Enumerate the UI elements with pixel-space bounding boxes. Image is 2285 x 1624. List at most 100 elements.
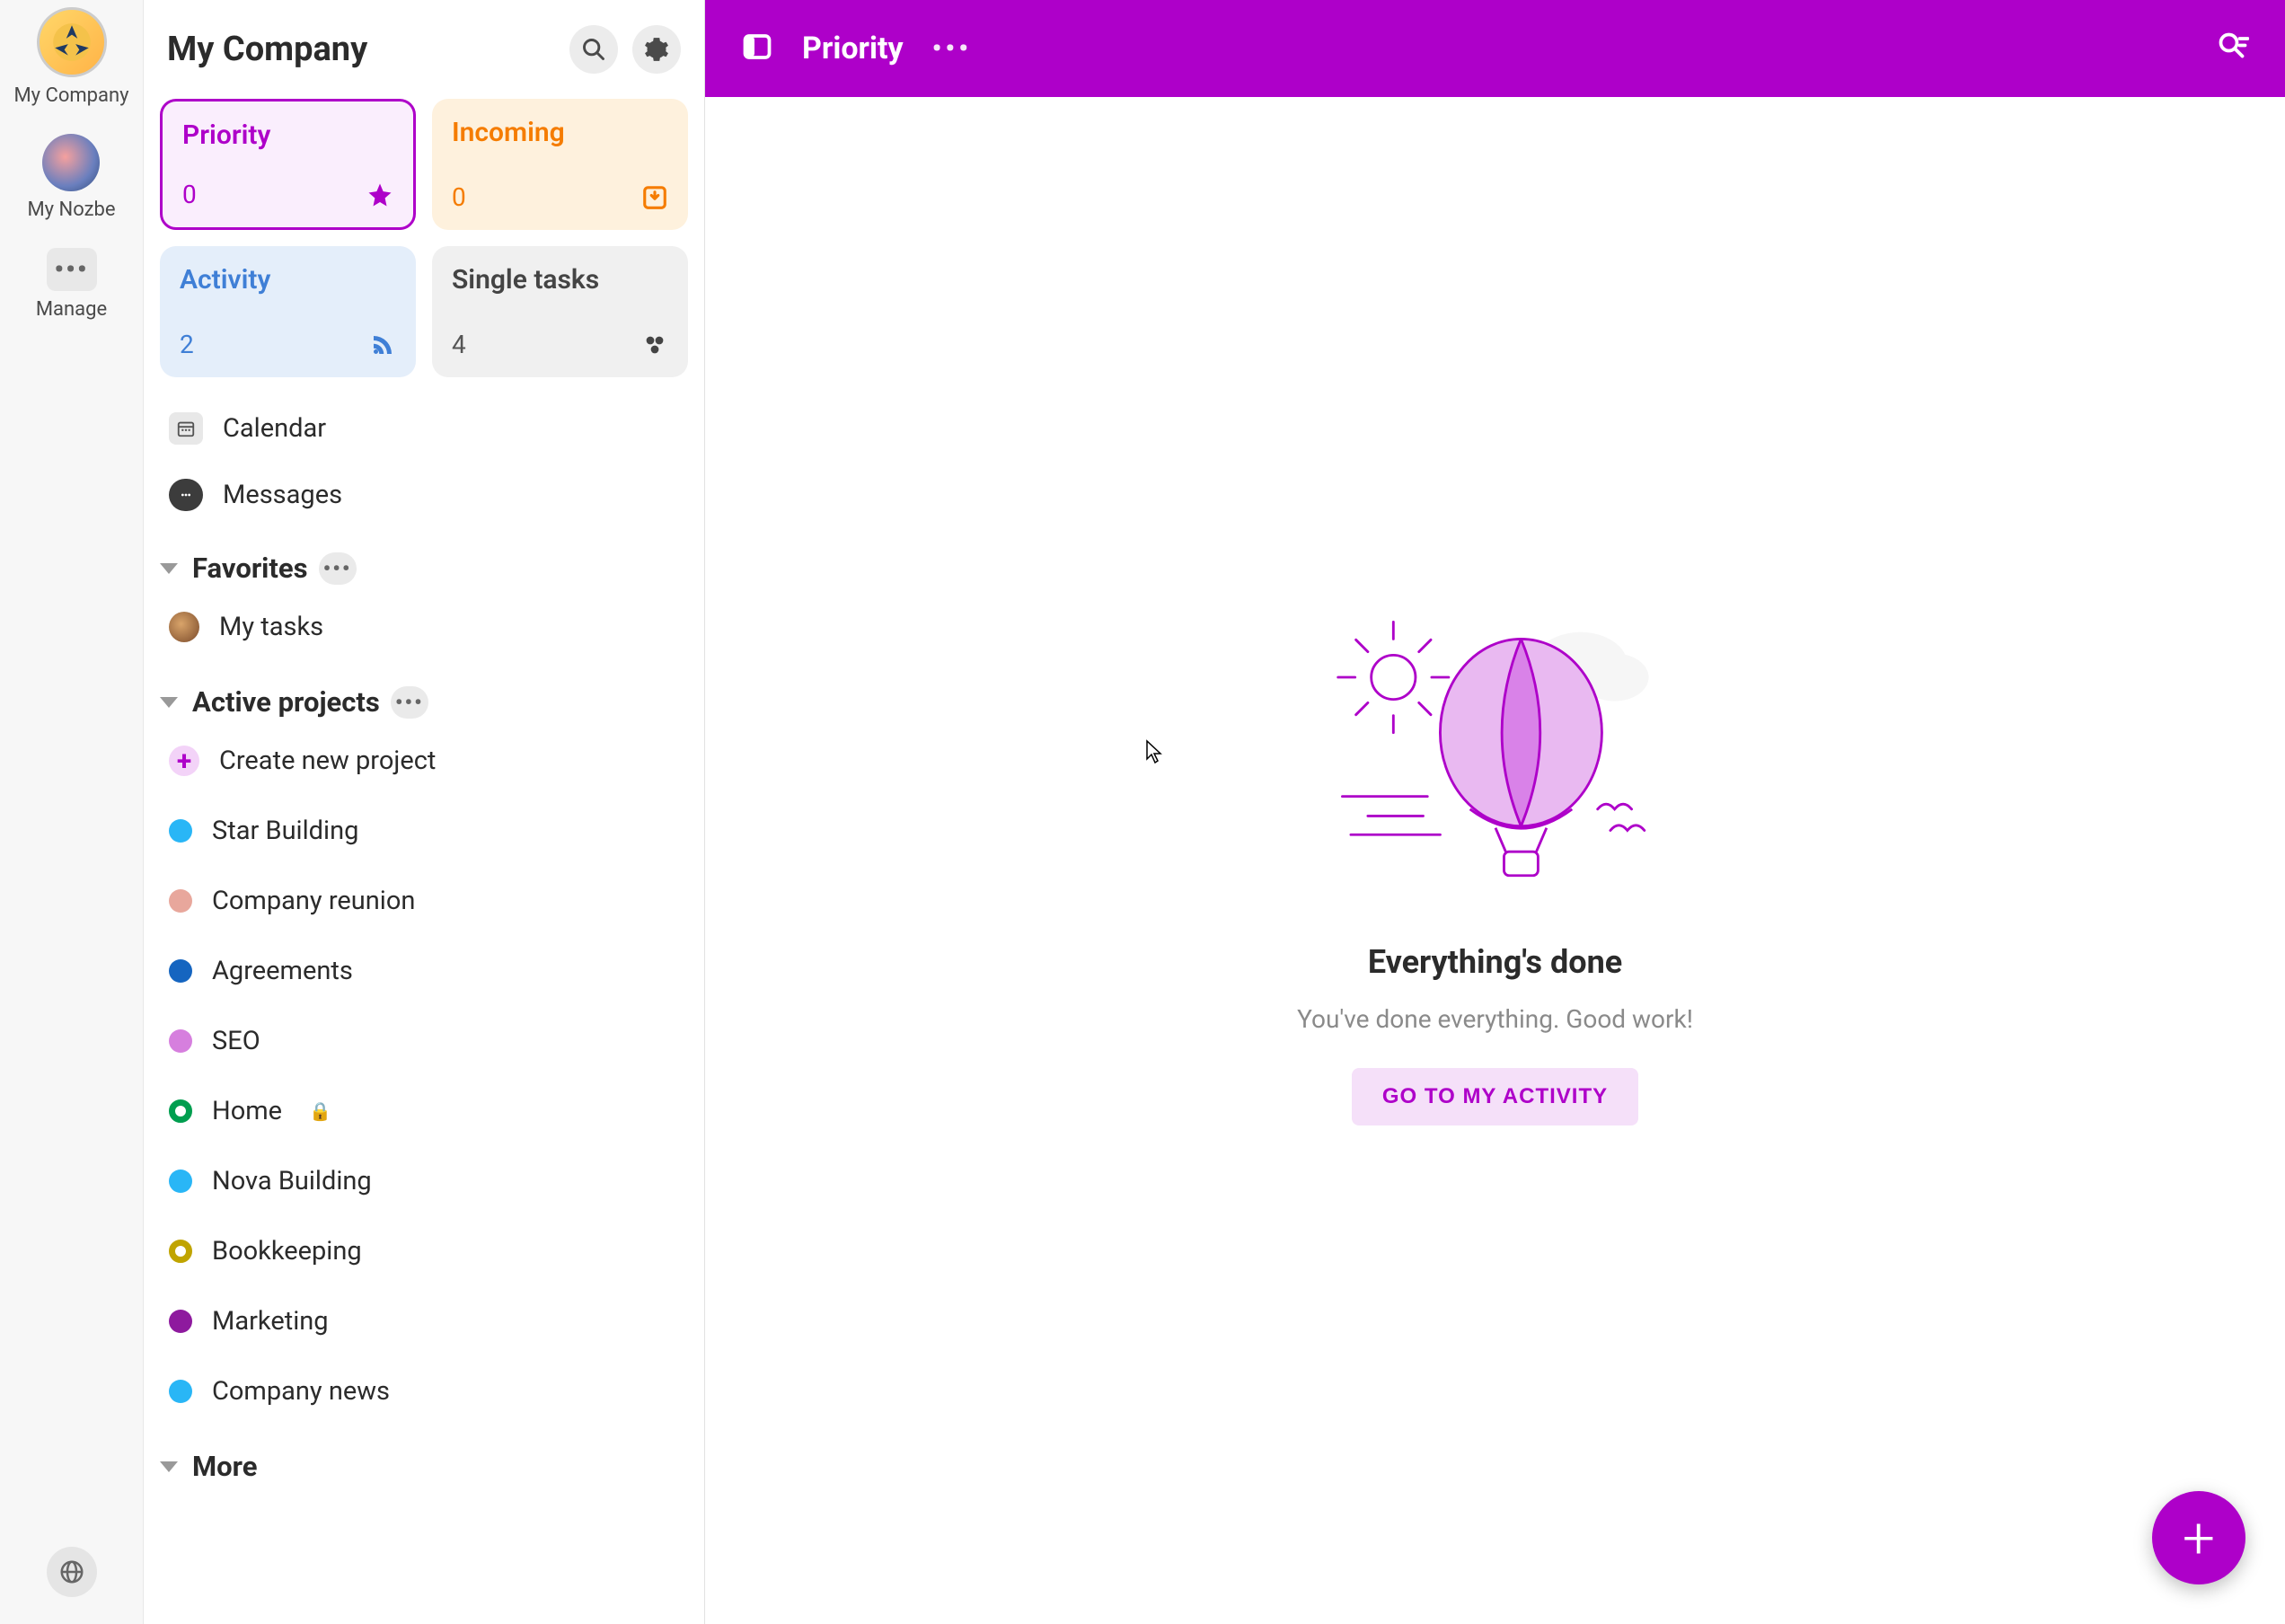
project-row[interactable]: Star Building <box>160 796 688 866</box>
tile-single-count: 4 <box>452 330 466 359</box>
tile-incoming-label: Incoming <box>452 117 668 148</box>
plus-icon: + <box>169 746 199 776</box>
project-row[interactable]: Bookkeeping <box>160 1216 688 1286</box>
search-filter-icon <box>2217 31 2249 63</box>
project-row[interactable]: Home 🔒 <box>160 1076 688 1146</box>
rail-label-nozbe: My Nozbe <box>27 199 115 221</box>
project-row[interactable]: Company reunion <box>160 866 688 936</box>
project-label: Agreements <box>212 956 353 986</box>
tile-activity-count: 2 <box>180 330 194 359</box>
panel-header: My Company <box>144 0 704 99</box>
my-tasks-label: My tasks <box>219 612 323 642</box>
rail-item-manage[interactable]: ••• Manage <box>36 248 107 321</box>
dots-triangle-icon <box>641 331 668 358</box>
rail-item-nozbe[interactable]: My Nozbe <box>27 134 115 221</box>
tile-single-tasks[interactable]: Single tasks 4 <box>432 246 688 377</box>
nav-calendar-label: Calendar <box>223 413 326 444</box>
section-favorites[interactable]: Favorites ••• <box>160 552 688 585</box>
project-color-dot <box>169 819 192 843</box>
chevron-down-icon <box>160 697 178 708</box>
nav-messages[interactable]: Messages <box>160 462 688 528</box>
tile-priority[interactable]: Priority 0 <box>160 99 416 230</box>
cursor-icon <box>1145 739 1163 764</box>
project-row[interactable]: Agreements <box>160 936 688 1006</box>
go-to-activity-button[interactable]: GO TO MY ACTIVITY <box>1352 1068 1638 1125</box>
globe-icon <box>58 1558 85 1585</box>
project-color-dot <box>169 1310 192 1333</box>
panel-toggle-icon <box>741 31 773 63</box>
project-row[interactable]: Company news <box>160 1356 688 1426</box>
create-project-label: Create new project <box>219 746 436 776</box>
nav-messages-label: Messages <box>223 480 342 510</box>
project-row[interactable]: Nova Building <box>160 1146 688 1216</box>
workspace-rail: My Company My Nozbe ••• Manage <box>0 0 144 1624</box>
project-color-dot <box>169 1099 192 1123</box>
project-row[interactable]: Marketing <box>160 1286 688 1356</box>
tile-activity-label: Activity <box>180 264 396 296</box>
tile-activity[interactable]: Activity 2 <box>160 246 416 377</box>
sidebar-panel: My Company Priority 0 <box>144 0 705 1624</box>
lock-icon: 🔒 <box>309 1100 331 1122</box>
chat-icon <box>169 479 203 511</box>
favorite-my-tasks[interactable]: My tasks <box>160 592 688 662</box>
star-icon <box>366 181 393 208</box>
empty-title: Everything's done <box>1368 943 1622 981</box>
active-projects-label: Active projects <box>192 685 380 719</box>
project-color-dot <box>169 1029 192 1053</box>
empty-subtitle: You've done everything. Good work! <box>1297 1004 1693 1034</box>
section-more[interactable]: More <box>160 1450 688 1483</box>
project-label: Home <box>212 1096 282 1126</box>
project-label: Company news <box>212 1376 390 1407</box>
project-color-dot <box>169 1240 192 1263</box>
project-color-dot <box>169 889 192 913</box>
sidebar-toggle-button[interactable] <box>741 31 773 66</box>
rail-globe-button[interactable] <box>47 1547 97 1597</box>
favorites-label: Favorites <box>192 552 308 585</box>
rail-label-company: My Company <box>13 84 128 107</box>
tile-incoming[interactable]: Incoming 0 <box>432 99 688 230</box>
project-label: SEO <box>212 1026 260 1056</box>
chevron-down-icon <box>160 563 178 574</box>
ellipsis-icon: ••• <box>47 248 97 291</box>
active-projects-more-button[interactable]: ••• <box>391 686 428 719</box>
search-button[interactable] <box>569 25 618 74</box>
project-color-dot <box>169 959 192 983</box>
project-label: Company reunion <box>212 886 415 916</box>
project-label: Marketing <box>212 1306 329 1337</box>
tile-priority-label: Priority <box>182 119 393 151</box>
calendar-icon <box>169 412 203 445</box>
project-label: Bookkeeping <box>212 1236 362 1267</box>
topbar-title: Priority <box>802 31 904 66</box>
tile-priority-count: 0 <box>182 180 197 209</box>
settings-button[interactable] <box>632 25 681 74</box>
rail-label-manage: Manage <box>36 298 107 321</box>
nozbe-avatar-icon <box>42 134 100 191</box>
rail-item-company[interactable]: My Company <box>13 7 128 107</box>
favorites-more-button[interactable]: ••• <box>319 552 357 585</box>
panel-scroll[interactable]: Priority 0 Incoming 0 Activity <box>144 99 704 1624</box>
project-color-dot <box>169 1169 192 1193</box>
topbar: Priority ••• <box>705 0 2285 97</box>
main-area: Priority ••• <box>705 0 2285 1624</box>
user-avatar-icon <box>169 612 199 642</box>
more-label: More <box>192 1450 257 1483</box>
panel-title: My Company <box>167 30 367 69</box>
topbar-more-button[interactable]: ••• <box>932 33 972 65</box>
project-row[interactable]: SEO <box>160 1006 688 1076</box>
rss-icon <box>369 331 396 358</box>
section-active-projects[interactable]: Active projects ••• <box>160 685 688 719</box>
tile-single-label: Single tasks <box>452 264 668 296</box>
chevron-down-icon <box>160 1461 178 1472</box>
tile-incoming-count: 0 <box>452 182 466 212</box>
search-icon <box>581 37 606 62</box>
nav-calendar[interactable]: Calendar <box>160 395 688 462</box>
fab-add-button[interactable]: + <box>2152 1491 2245 1584</box>
topbar-filter-button[interactable] <box>2217 31 2249 66</box>
gear-icon <box>644 37 669 62</box>
company-avatar-icon <box>37 7 107 77</box>
inbox-icon <box>641 184 668 211</box>
create-project-row[interactable]: + Create new project <box>160 726 688 796</box>
project-color-dot <box>169 1380 192 1403</box>
project-label: Star Building <box>212 816 358 846</box>
project-label: Nova Building <box>212 1166 372 1196</box>
